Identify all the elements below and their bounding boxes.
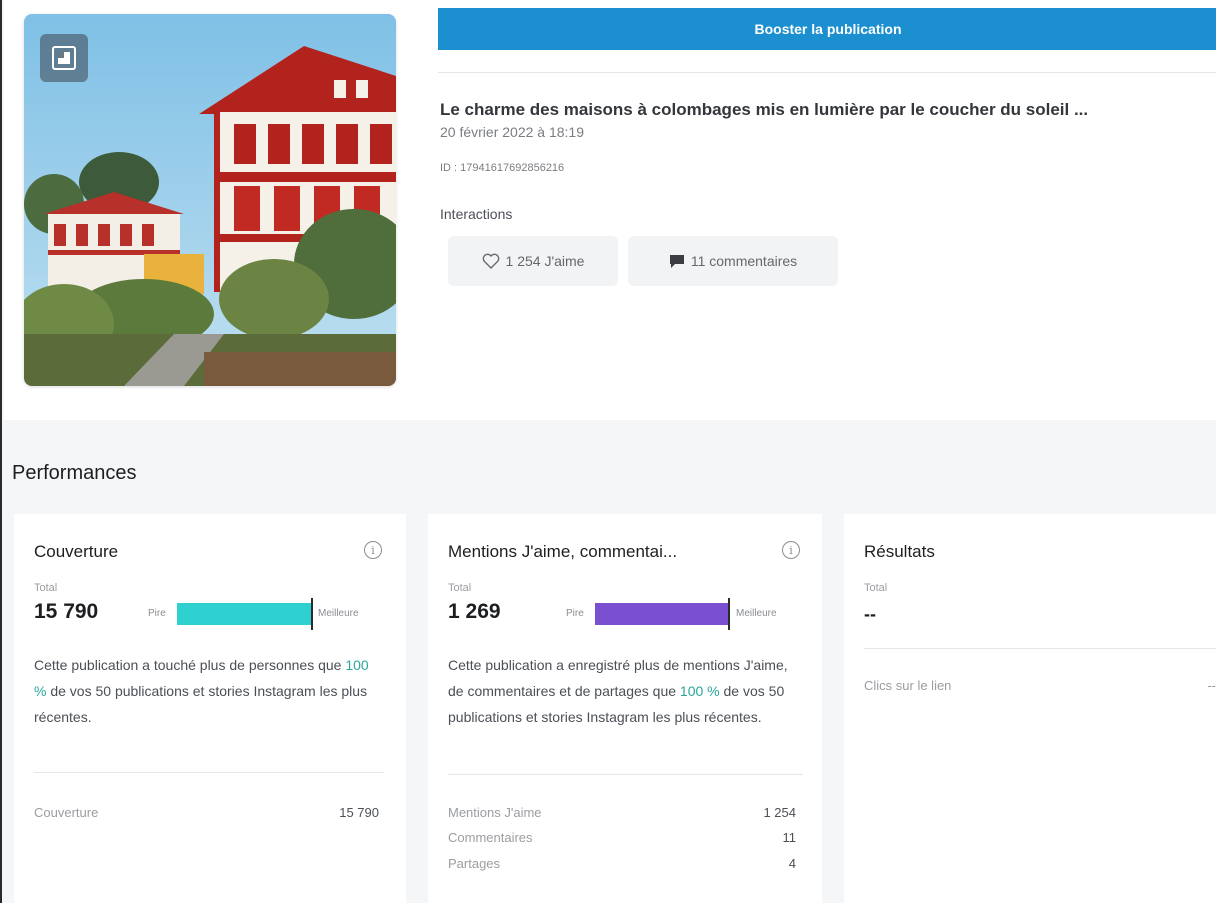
comment-icon xyxy=(669,255,684,268)
stat-label: Commentaires xyxy=(448,830,533,845)
stat-row: Partages 4 xyxy=(448,856,796,871)
scale-high-label: Meilleure xyxy=(736,608,777,619)
performances-heading: Performances xyxy=(12,462,137,484)
stat-value: 1 254 xyxy=(763,805,796,820)
stat-value: -- xyxy=(1207,678,1216,693)
engagement-card-title: Mentions J'aime, commentai... xyxy=(448,542,678,561)
boost-post-button[interactable]: Booster la publication xyxy=(438,8,1216,50)
reach-card: Couverture i Total 15 790 Pire Meilleure… xyxy=(14,514,406,903)
divider xyxy=(34,772,384,773)
stat-value: 15 790 xyxy=(339,805,379,820)
desc-text: de vos 50 publications et stories Instag… xyxy=(34,683,368,725)
comments-chip-label: 11 commentaires xyxy=(690,253,798,269)
bar-marker xyxy=(728,598,730,630)
total-label: Total xyxy=(448,582,472,594)
page-frame: Booster la publication Le charme des mai… xyxy=(0,0,1216,903)
reach-description: Cette publication a touché plus de perso… xyxy=(34,652,379,730)
engagement-total-value: 1 269 xyxy=(448,600,501,623)
desc-percent: 100 % xyxy=(679,683,720,699)
stat-row: Clics sur le lien -- xyxy=(864,678,1216,693)
divider xyxy=(864,648,1216,649)
post-image[interactable] xyxy=(24,14,396,386)
scale-low-label: Pire xyxy=(148,608,166,619)
stat-label: Clics sur le lien xyxy=(864,678,952,693)
stat-row: Commentaires 11 xyxy=(448,830,796,845)
likes-chip[interactable]: 1 254 J'aime xyxy=(448,236,618,286)
interactions-label: Interactions xyxy=(440,206,513,222)
stat-row: Mentions J'aime 1 254 xyxy=(448,805,796,820)
carousel-icon xyxy=(40,34,88,82)
info-icon[interactable]: i xyxy=(782,541,800,559)
scale-high-label: Meilleure xyxy=(318,608,359,619)
post-title: Le charme des maisons à colombages mis e… xyxy=(440,100,1089,119)
post-date: 20 février 2022 à 18:19 xyxy=(440,124,584,140)
reach-total-value: 15 790 xyxy=(34,600,99,623)
results-card-title: Résultats xyxy=(864,542,935,561)
post-id: ID : 17941617692856216 xyxy=(440,162,565,174)
reach-comparison-bar xyxy=(177,603,311,625)
engagement-comparison-bar xyxy=(595,603,728,625)
divider xyxy=(448,774,803,775)
heart-icon xyxy=(482,253,499,269)
comparison-bar-fill xyxy=(177,603,311,625)
stat-value: 11 xyxy=(782,830,797,845)
comments-chip[interactable]: 11 commentaires xyxy=(628,236,838,286)
stat-value: 4 xyxy=(788,856,796,871)
bar-marker xyxy=(311,598,313,630)
total-label: Total xyxy=(34,582,58,594)
results-card: Résultats Total -- Clics sur le lien -- xyxy=(844,514,1216,903)
likes-chip-label: 1 254 J'aime xyxy=(505,253,585,269)
results-total-value: -- xyxy=(864,604,876,624)
comparison-bar-fill xyxy=(595,603,728,625)
scale-low-label: Pire xyxy=(566,608,584,619)
info-icon[interactable]: i xyxy=(364,541,382,559)
desc-text: Cette publication a touché plus de perso… xyxy=(34,657,346,673)
total-label: Total xyxy=(864,582,888,594)
stat-label: Partages xyxy=(448,856,501,871)
engagement-description: Cette publication a enregistré plus de m… xyxy=(448,652,793,730)
stat-row: Couverture 15 790 xyxy=(34,805,379,820)
stat-label: Couverture xyxy=(34,805,99,820)
stat-label: Mentions J'aime xyxy=(448,805,542,820)
divider xyxy=(438,72,1216,73)
reach-card-title: Couverture xyxy=(34,542,119,561)
engagement-card: Mentions J'aime, commentai... i Total 1 … xyxy=(428,514,822,903)
